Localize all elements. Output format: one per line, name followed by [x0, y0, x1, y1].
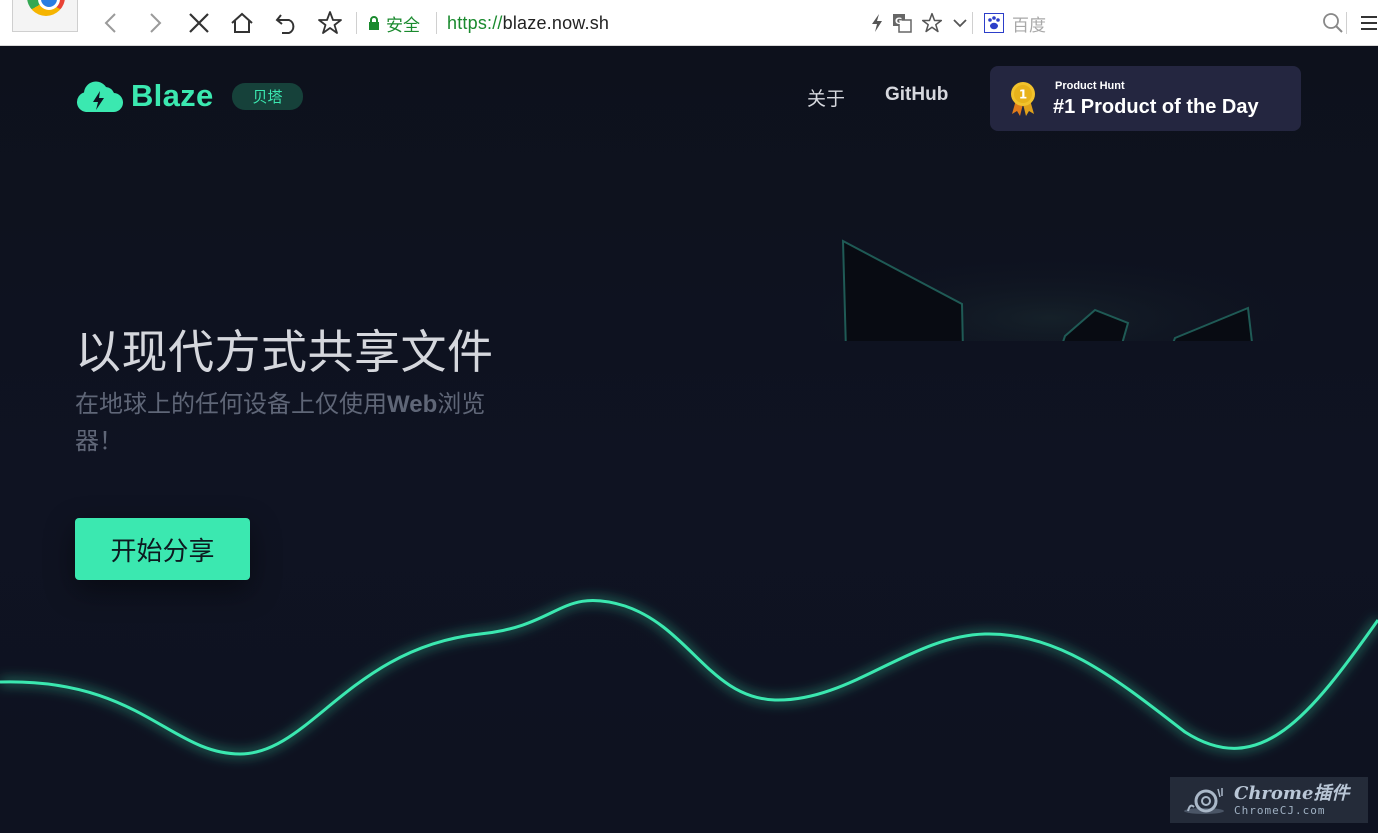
decorative-wave: [0, 599, 1378, 756]
site-watermark: Chrome插件 ChromeCJ.com: [1170, 777, 1368, 823]
search-icon: [1323, 13, 1343, 33]
nav-github-link[interactable]: GitHub: [885, 84, 948, 106]
lock-icon: [369, 16, 379, 30]
hero-subtitle-prefix: 在地球上的任何设备上仅使用: [75, 391, 387, 418]
product-hunt-label: Product Hunt: [1055, 80, 1125, 92]
home-button[interactable]: [227, 8, 257, 38]
product-hunt-title: #1 Product of the Day: [1053, 96, 1259, 118]
search-button[interactable]: [1318, 8, 1348, 38]
toolbar-divider: [1346, 12, 1347, 34]
hero-title: 以现代方式共享文件: [75, 326, 494, 378]
undo-button[interactable]: [272, 8, 302, 38]
toolbar-divider: [972, 12, 973, 34]
browser-logo-icon[interactable]: [12, 0, 78, 32]
nav-about-link[interactable]: 关于: [807, 84, 845, 111]
security-indicator[interactable]: 安全: [368, 12, 420, 35]
product-hunt-badge[interactable]: 1 Product Hunt #1 Product of the Day: [990, 66, 1301, 131]
address-dropdown-button[interactable]: [945, 8, 975, 38]
beta-badge: 贝塔: [232, 82, 303, 110]
search-placeholder: 百度: [1012, 15, 1046, 35]
browser-toolbar: 安全 https://blaze.now.sh G 百度: [0, 0, 1378, 46]
page: Blaze 贝塔 关于 GitHub 1 Product Hunt #1 Pro…: [0, 46, 1378, 833]
watermark-main: Chrome插件: [1234, 782, 1350, 804]
cloud-lightning-icon: [76, 81, 123, 113]
menu-icon: [1361, 16, 1377, 30]
back-icon: [104, 13, 116, 33]
baidu-icon[interactable]: [984, 13, 1004, 33]
back-button[interactable]: [96, 8, 126, 38]
brand[interactable]: Blaze 贝塔: [75, 78, 303, 114]
snail-icon: [1184, 788, 1224, 814]
toolbar-divider: [436, 12, 437, 34]
svg-text:G: G: [895, 17, 902, 27]
stop-icon: [189, 13, 209, 33]
security-label: 安全: [386, 15, 420, 35]
medal-icon: 1: [1011, 82, 1035, 116]
bookmark-button[interactable]: [315, 8, 345, 38]
brand-name: Blaze: [131, 78, 214, 113]
watermark-sub: ChromeCJ.com: [1234, 803, 1326, 817]
forward-icon: [150, 13, 162, 33]
devices-illustration: [820, 226, 1280, 341]
stop-button[interactable]: [184, 8, 214, 38]
hero-subtitle-web: Web: [387, 391, 438, 418]
translate-button[interactable]: G: [887, 8, 917, 38]
search-box[interactable]: 百度: [984, 12, 1046, 35]
medal-number: 1: [1019, 88, 1027, 102]
lightning-icon: [872, 14, 882, 32]
url-host: blaze.now.sh: [502, 12, 610, 33]
address-bar[interactable]: https://blaze.now.sh: [447, 12, 609, 34]
star-icon: [921, 12, 943, 33]
translate-icon: G: [893, 14, 912, 33]
hero-subtitle: 在地球上的任何设备上仅使用Web浏览器！: [75, 386, 505, 460]
chevron-down-icon: [953, 19, 967, 28]
url-scheme: https://: [447, 12, 503, 33]
favorite-button[interactable]: [917, 8, 947, 38]
star-icon: [318, 11, 342, 34]
forward-button[interactable]: [140, 8, 170, 38]
menu-button[interactable]: [1354, 8, 1378, 38]
undo-icon: [275, 14, 295, 34]
home-icon: [231, 12, 253, 33]
toolbar-divider: [356, 12, 357, 34]
